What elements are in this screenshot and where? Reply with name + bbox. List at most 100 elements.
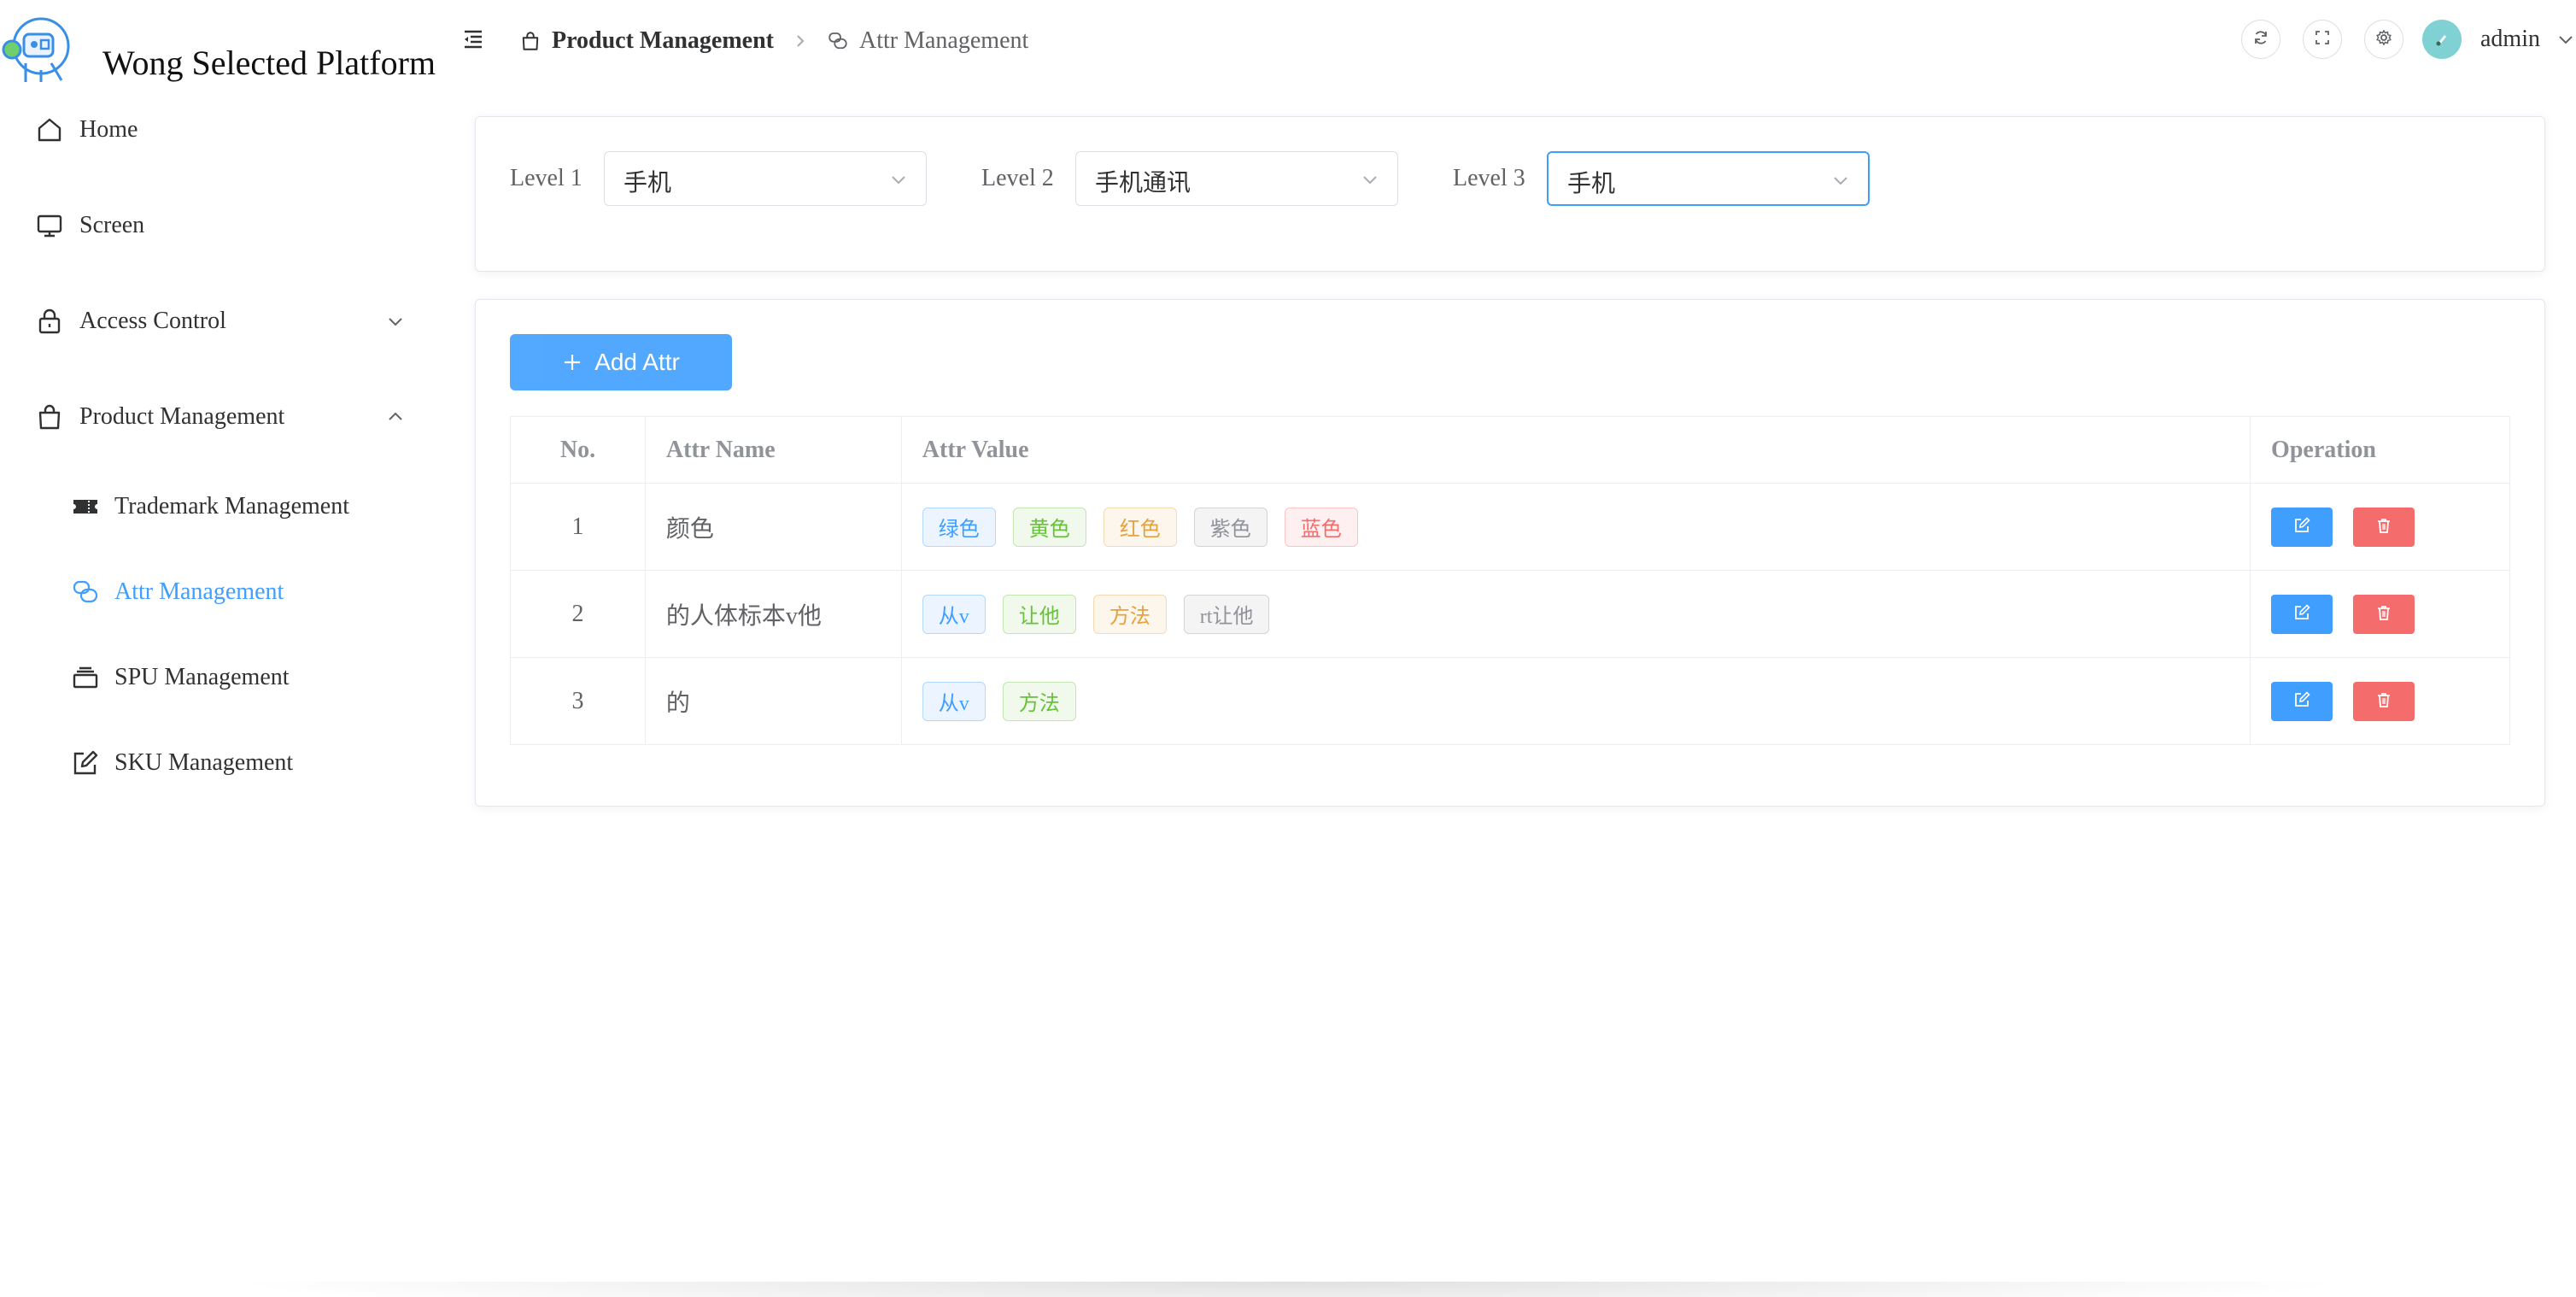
add-attr-button[interactable]: Add Attr bbox=[510, 334, 732, 390]
breadcrumb-item-attr-management: Attr Management bbox=[827, 27, 1028, 55]
row-operations bbox=[2250, 657, 2510, 745]
attr-table: No. Attr Name Attr Value Operation 1 颜色 … bbox=[510, 416, 2510, 745]
col-header-attr-value: Attr Value bbox=[900, 416, 2251, 484]
shopping-bag-icon bbox=[519, 30, 542, 52]
lock-icon bbox=[34, 306, 65, 337]
level2-select[interactable]: 手机通讯 bbox=[1075, 151, 1398, 206]
attr-value-tag: 从v bbox=[922, 681, 986, 721]
table-row: 1 颜色 绿色 黄色 红色 紫色 蓝色 bbox=[510, 483, 2510, 571]
chevron-down-icon bbox=[888, 169, 909, 190]
col-header-attr-name: Attr Name bbox=[644, 416, 902, 484]
bottom-shadow bbox=[222, 1282, 2357, 1297]
table-header-row: No. Attr Name Attr Value Operation bbox=[510, 416, 2510, 484]
category-filter-card: Level 1 手机 Level 2 手机通讯 Level 3 手机 bbox=[475, 116, 2545, 272]
level2-value: 手机通讯 bbox=[1095, 170, 1191, 197]
fullscreen-button[interactable] bbox=[2303, 20, 2342, 59]
level2-label: Level 2 bbox=[981, 165, 1054, 191]
sidebar-item-label: Trademark Management bbox=[114, 493, 349, 519]
trash-icon bbox=[2375, 517, 2392, 537]
sidebar-item-trademark-management[interactable]: Trademark Management bbox=[0, 472, 444, 541]
row-no: 2 bbox=[510, 570, 646, 658]
table-row: 3 的 从v 方法 bbox=[510, 657, 2510, 745]
gear-icon bbox=[2375, 29, 2392, 50]
row-no: 3 bbox=[510, 657, 646, 745]
refresh-button[interactable] bbox=[2241, 20, 2280, 59]
sidebar-item-label: Home bbox=[79, 116, 138, 143]
attr-value-tag: 紫色 bbox=[1193, 507, 1268, 547]
row-attr-name: 的人体标本v他 bbox=[644, 570, 902, 658]
sidebar-item-screen[interactable]: Screen bbox=[0, 191, 444, 260]
add-attr-label: Add Attr bbox=[594, 349, 680, 375]
attr-value-tag: 红色 bbox=[1103, 507, 1177, 547]
monitor-icon bbox=[34, 210, 65, 241]
sidebar-item-access-control[interactable]: Access Control bbox=[0, 287, 444, 355]
settings-button[interactable] bbox=[2364, 20, 2403, 59]
avatar[interactable] bbox=[2422, 20, 2462, 59]
edit-icon bbox=[2293, 517, 2310, 537]
sidebar-item-label: SKU Management bbox=[114, 749, 294, 776]
level3-label: Level 3 bbox=[1453, 165, 1525, 191]
col-header-no: No. bbox=[510, 416, 646, 484]
chat-bubbles-icon bbox=[827, 30, 849, 52]
user-name[interactable]: admin bbox=[2480, 26, 2540, 53]
edit-button[interactable] bbox=[2271, 594, 2333, 634]
attr-value-tag: 让他 bbox=[1002, 594, 1076, 634]
row-operations bbox=[2250, 570, 2510, 658]
row-operations bbox=[2250, 483, 2510, 571]
attr-value-tag: 从v bbox=[922, 594, 986, 634]
level1-select[interactable]: 手机 bbox=[604, 151, 927, 206]
level1-value: 手机 bbox=[624, 170, 672, 197]
delete-button[interactable] bbox=[2353, 507, 2415, 547]
edit-icon bbox=[2293, 691, 2310, 711]
refresh-icon bbox=[2252, 29, 2269, 50]
attr-value-tag: 黄色 bbox=[1012, 507, 1086, 547]
robot-logo-icon bbox=[0, 12, 77, 85]
breadcrumb-item-product-management[interactable]: Product Management bbox=[519, 27, 774, 55]
plus-icon bbox=[562, 352, 583, 373]
breadcrumb-label: Attr Management bbox=[859, 27, 1029, 54]
row-no: 1 bbox=[510, 483, 646, 571]
row-attr-values: 绿色 黄色 红色 紫色 蓝色 bbox=[900, 483, 2251, 571]
sidebar-item-label: Screen bbox=[79, 212, 145, 238]
breadcrumb: Product Management Attr Management bbox=[519, 24, 1028, 58]
home-icon bbox=[34, 114, 65, 145]
chevron-down-icon bbox=[1830, 170, 1851, 191]
ticket-icon bbox=[70, 491, 101, 522]
level3-select[interactable]: 手机 bbox=[1547, 151, 1870, 206]
sidebar-item-home[interactable]: Home bbox=[0, 96, 444, 164]
fold-menu-icon[interactable] bbox=[461, 24, 485, 55]
row-attr-name: 颜色 bbox=[644, 483, 902, 571]
sidebar-item-attr-management[interactable]: Attr Management bbox=[0, 558, 444, 626]
chevron-up-icon bbox=[384, 406, 407, 428]
attr-value-tag: rt让他 bbox=[1183, 594, 1270, 634]
fullscreen-icon bbox=[2314, 29, 2331, 50]
brand-title: Wong Selected Platform bbox=[102, 44, 436, 82]
sidebar-item-product-management[interactable]: Product Management bbox=[0, 383, 444, 451]
trash-icon bbox=[2375, 691, 2392, 711]
attr-value-tag: 方法 bbox=[1092, 594, 1167, 634]
chat-bubbles-icon bbox=[70, 577, 101, 607]
edit-icon bbox=[70, 748, 101, 778]
edit-button[interactable] bbox=[2271, 681, 2333, 721]
edit-button[interactable] bbox=[2271, 507, 2333, 547]
sidebar-item-sku-management[interactable]: SKU Management bbox=[0, 729, 444, 797]
sidebar: Wong Selected Platform Home Screen Acces… bbox=[0, 0, 461, 1297]
attr-value-tag: 方法 bbox=[1002, 681, 1076, 721]
top-header: Product Management Attr Management admin bbox=[461, 0, 2576, 85]
row-attr-values: 从v 让他 方法 rt让他 bbox=[900, 570, 2251, 658]
sidebar-item-label: Product Management bbox=[79, 403, 285, 430]
delete-button[interactable] bbox=[2353, 594, 2415, 634]
level3-value: 手机 bbox=[1567, 171, 1616, 197]
chevron-right-icon bbox=[793, 33, 808, 49]
trash-icon bbox=[2375, 604, 2392, 624]
breadcrumb-label: Product Management bbox=[552, 27, 774, 54]
chevron-down-icon[interactable] bbox=[2556, 29, 2576, 50]
stack-icon bbox=[70, 662, 101, 693]
sidebar-item-spu-management[interactable]: SPU Management bbox=[0, 643, 444, 712]
attr-value-tag: 蓝色 bbox=[1284, 507, 1358, 547]
edit-icon bbox=[2293, 604, 2310, 624]
delete-button[interactable] bbox=[2353, 681, 2415, 721]
sidebar-item-label: Access Control bbox=[79, 308, 226, 334]
attr-list-card: Add Attr No. Attr Name Attr Value Operat… bbox=[475, 299, 2545, 807]
shopping-bag-icon bbox=[34, 402, 65, 432]
